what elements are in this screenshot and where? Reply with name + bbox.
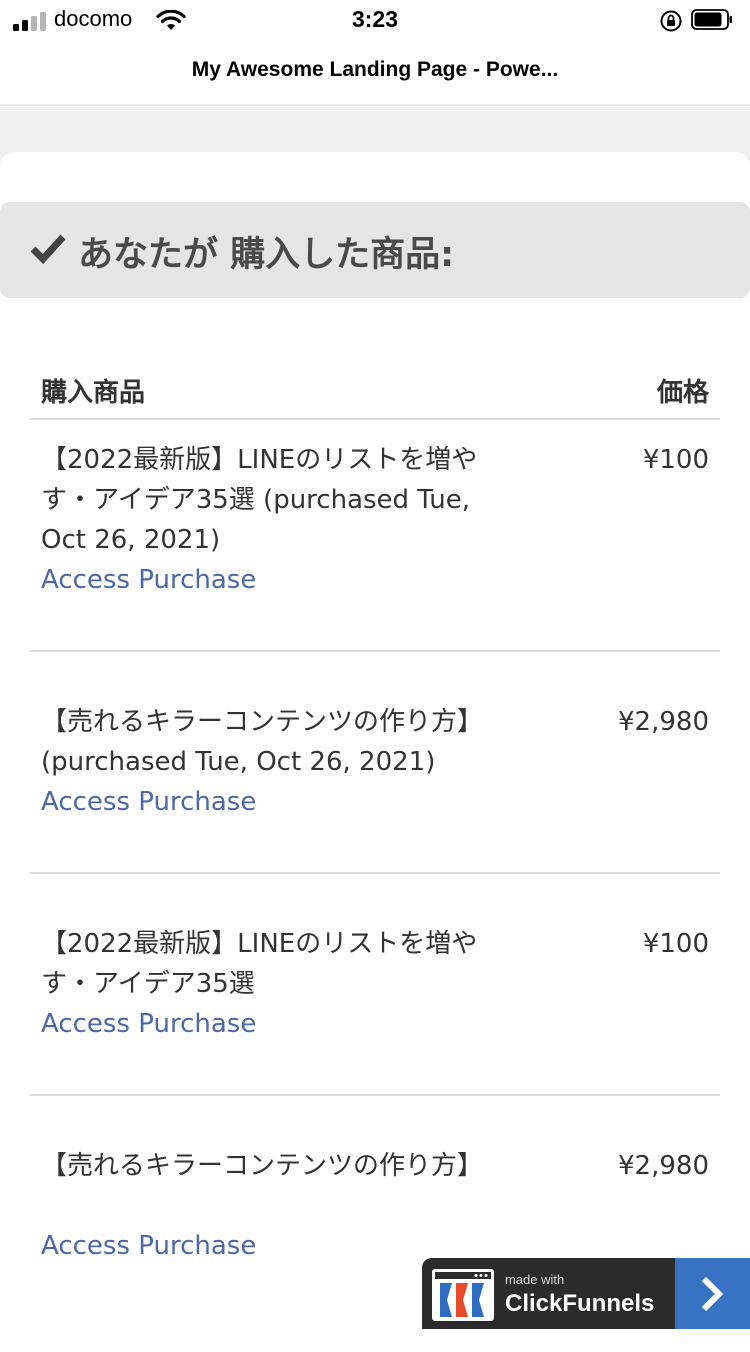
section-heading: あなたが 購入した商品: bbox=[78, 235, 455, 275]
rotation-lock-icon bbox=[660, 10, 682, 32]
access-purchase-link[interactable]: Access Purchase bbox=[41, 1226, 256, 1266]
header-divider bbox=[30, 418, 720, 420]
purchase-item-name: 【売れるキラーコンテンツの作り方】 bbox=[41, 1151, 484, 1181]
column-header-product: 購入商品 bbox=[41, 378, 146, 408]
purchase-item-price: ¥2,980 bbox=[618, 707, 709, 737]
purchase-item-price: ¥2,980 bbox=[618, 1151, 709, 1181]
access-purchase-link[interactable]: Access Purchase bbox=[41, 1004, 256, 1044]
chevron-right-icon bbox=[701, 1276, 724, 1312]
clickfunnels-logo-icon bbox=[432, 1269, 494, 1321]
clickfunnels-badge[interactable]: made with ClickFunnels bbox=[422, 1258, 750, 1329]
check-icon bbox=[30, 234, 66, 264]
row-divider bbox=[30, 1094, 720, 1096]
purchase-item-price: ¥100 bbox=[642, 445, 709, 475]
battery-icon bbox=[691, 9, 732, 30]
badge-brand: ClickFunnels bbox=[505, 1290, 655, 1317]
purchase-item-name: 【2022最新版】LINEのリストを増やす・アイデア35選 bbox=[41, 929, 478, 999]
access-purchase-link[interactable]: Access Purchase bbox=[41, 782, 256, 822]
column-header-price: 価格 bbox=[656, 378, 709, 408]
access-purchase-link[interactable]: Access Purchase bbox=[41, 560, 256, 600]
browser-title-bar: My Awesome Landing Page - Powe... bbox=[0, 44, 750, 106]
status-time: 3:23 bbox=[351, 6, 399, 32]
purchase-item-price: ¥100 bbox=[642, 929, 709, 959]
row-divider bbox=[30, 872, 720, 874]
badge-arrow-button[interactable] bbox=[675, 1258, 750, 1329]
row-divider bbox=[30, 650, 720, 652]
purchase-item-name: 【売れるキラーコンテンツの作り方】 (purchased Tue, Oct 26… bbox=[41, 707, 484, 777]
badge-made-with: made with bbox=[505, 1272, 565, 1287]
page-title: My Awesome Landing Page - Powe... bbox=[191, 58, 559, 81]
status-bar: docomo 3:23 bbox=[0, 0, 750, 44]
purchase-item-name: 【2022最新版】LINEのリストを増やす・アイデア35選 (purchased… bbox=[41, 445, 478, 555]
